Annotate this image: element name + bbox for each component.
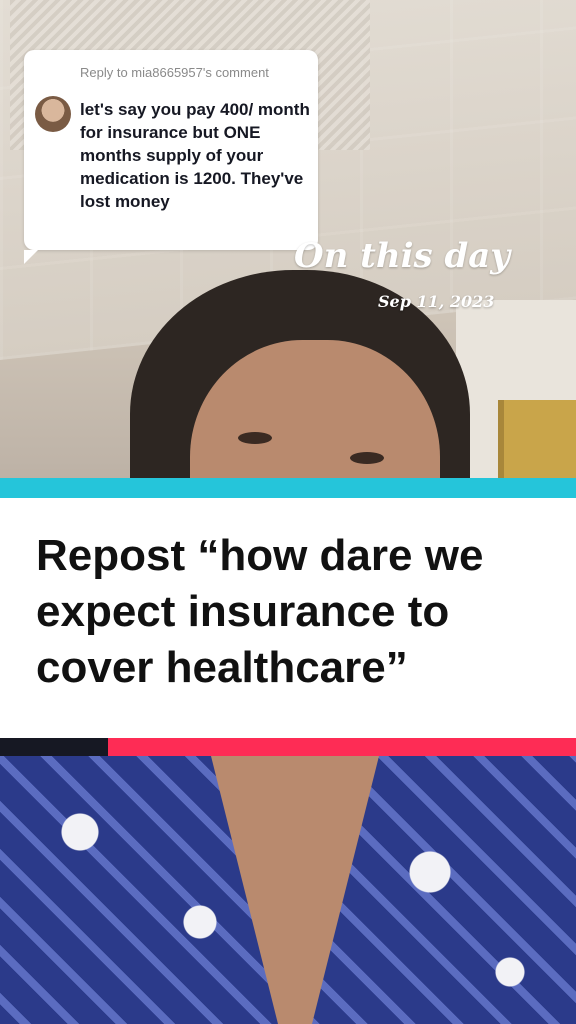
avatar[interactable] [35, 96, 71, 132]
eye-icon [238, 432, 272, 444]
memory-title: On this day [294, 236, 511, 276]
caption-banner-top-stripe [0, 478, 576, 498]
caption-text: Repost “how dare we expect insurance to … [36, 531, 484, 692]
eye-icon [350, 452, 384, 464]
memory-date: Sep 11, 2023 [378, 292, 495, 311]
reply-comment-text: let's say you pay 400/ month for insuran… [80, 100, 310, 211]
caption-banner-dark-stripe [0, 738, 108, 756]
reply-header: Reply to mia8665957's comment [80, 65, 269, 80]
reply-comment-bubble[interactable]: Reply to mia8665957's comment let's say … [24, 50, 318, 264]
